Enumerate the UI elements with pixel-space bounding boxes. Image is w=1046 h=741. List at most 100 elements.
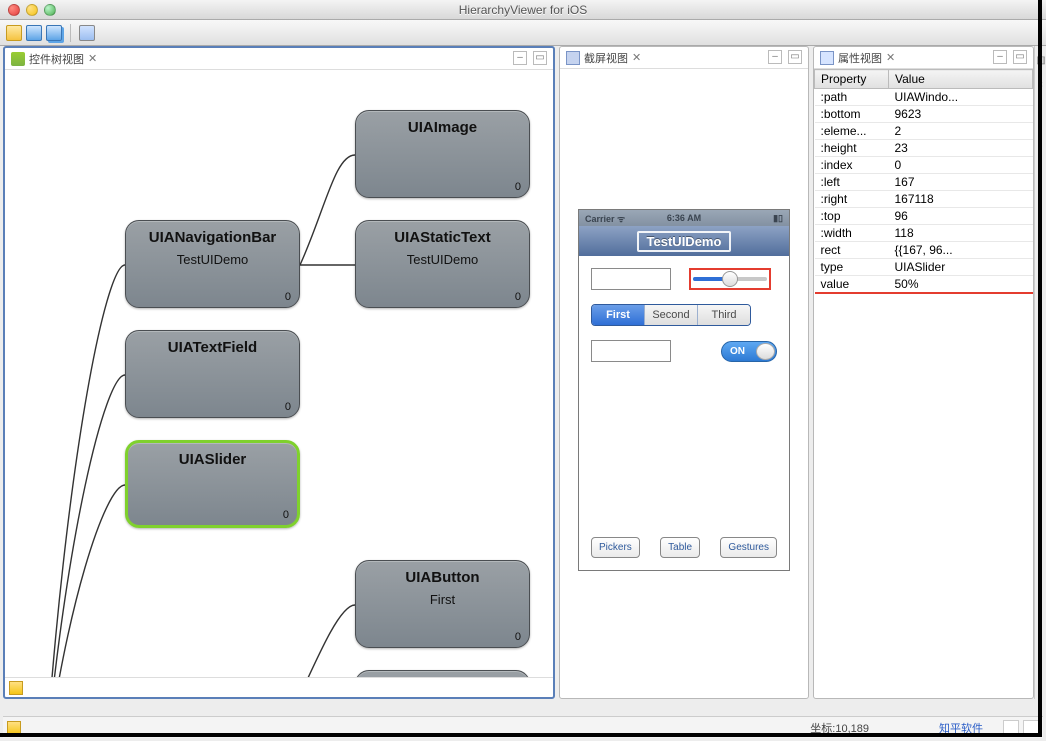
phone-button-pickers[interactable]: Pickers bbox=[591, 537, 640, 558]
property-row[interactable]: :top96 bbox=[815, 208, 1033, 225]
slider-thumb-icon[interactable] bbox=[722, 271, 738, 287]
node-index: 0 bbox=[515, 631, 521, 643]
property-value: 167 bbox=[889, 174, 1033, 191]
property-key: :eleme... bbox=[815, 123, 889, 140]
window-titlebar: HierarchyViewer for iOS bbox=[0, 0, 1046, 20]
device-statusbar: Carrier ᯤ 6:36 AM ▮▯ bbox=[579, 210, 789, 226]
pane-maximize-icon[interactable]: ▭ bbox=[1013, 50, 1027, 64]
phone-button-gestures[interactable]: Gestures bbox=[720, 537, 777, 558]
pane-minimize-icon[interactable]: – bbox=[513, 51, 527, 65]
property-value: UIASlider bbox=[889, 259, 1033, 276]
property-row[interactable]: :eleme...2 bbox=[815, 123, 1033, 140]
window-zoom-icon[interactable] bbox=[44, 4, 56, 16]
tree-node-image[interactable]: UIAImage0 bbox=[355, 110, 530, 198]
node-subtitle: TestUIDemo bbox=[126, 252, 299, 267]
node-type: UIATextField bbox=[126, 339, 299, 356]
node-subtitle: TestUIDemo bbox=[356, 252, 529, 267]
workspace: 控件树视图 ✕ – ▭ UIANavigationBarTestUIDemo0U… bbox=[3, 46, 1034, 699]
segmented-control[interactable]: FirstSecondThird bbox=[591, 304, 751, 326]
screenshot-icon bbox=[566, 51, 580, 65]
slider-control[interactable] bbox=[693, 272, 767, 286]
tree-icon bbox=[11, 52, 25, 66]
device-screenshot[interactable]: Carrier ᯤ 6:36 AM ▮▯ TestUIDemo bbox=[578, 209, 790, 571]
toolbar-separator bbox=[70, 24, 71, 42]
segment-second[interactable]: Second bbox=[644, 305, 697, 325]
properties-body: Property Value :pathUIAWindo...:bottom96… bbox=[814, 69, 1033, 698]
window-close-icon[interactable] bbox=[8, 4, 20, 16]
tree-node-static[interactable]: UIAStaticTextTestUIDemo0 bbox=[355, 220, 530, 308]
property-value: 118 bbox=[889, 225, 1033, 242]
value-header[interactable]: Value bbox=[889, 70, 1033, 89]
node-index: 0 bbox=[515, 291, 521, 303]
pane-maximize-icon[interactable]: ▭ bbox=[533, 51, 547, 65]
nav-title: TestUIDemo bbox=[637, 231, 732, 252]
node-type: UIANavigationBar bbox=[126, 229, 299, 246]
property-value: {{167, 96... bbox=[889, 242, 1033, 259]
pane-maximize-icon[interactable]: ▭ bbox=[788, 50, 802, 64]
screenshot-body: Carrier ᯤ 6:36 AM ▮▯ TestUIDemo bbox=[560, 69, 808, 698]
screenshot-pane-close-icon[interactable]: ✕ bbox=[632, 51, 641, 64]
pane-minimize-icon[interactable]: – bbox=[768, 50, 782, 64]
run-icon[interactable] bbox=[79, 25, 95, 41]
property-header[interactable]: Property bbox=[815, 70, 889, 89]
node-type: UIAImage bbox=[356, 119, 529, 136]
save-all-icon[interactable] bbox=[46, 25, 62, 41]
property-value: 23 bbox=[889, 140, 1033, 157]
property-value: 96 bbox=[889, 208, 1033, 225]
right-gutter: ▥ ↕ bbox=[1034, 46, 1046, 699]
properties-icon bbox=[820, 51, 834, 65]
property-key: type bbox=[815, 259, 889, 276]
tree-node-navbar[interactable]: UIANavigationBar TestUIDemo 0 bbox=[125, 220, 300, 308]
property-key: :top bbox=[815, 208, 889, 225]
tree-pane-title: 控件树视图 bbox=[29, 51, 84, 67]
tree-node-btn1[interactable]: UIAButtonFirst0 bbox=[355, 560, 530, 648]
tree-canvas[interactable]: UIANavigationBarTestUIDemo0UIAImage0UIAS… bbox=[5, 70, 553, 677]
property-row[interactable]: :index0 bbox=[815, 157, 1033, 174]
pane-minimize-icon[interactable]: – bbox=[993, 50, 1007, 64]
property-row[interactable]: :pathUIAWindo... bbox=[815, 89, 1033, 106]
vendor-link[interactable]: 知平软件 bbox=[939, 720, 983, 736]
open-folder-icon[interactable] bbox=[6, 25, 22, 41]
segment-third[interactable]: Third bbox=[697, 305, 750, 325]
window-minimize-icon[interactable] bbox=[26, 4, 38, 16]
property-row[interactable]: :bottom9623 bbox=[815, 106, 1033, 123]
phone-button-table[interactable]: Table bbox=[660, 537, 700, 558]
window-title: HierarchyViewer for iOS bbox=[0, 3, 1046, 17]
switch-label: ON bbox=[730, 346, 745, 357]
tree-footer-icon[interactable] bbox=[9, 681, 23, 695]
text-field-2[interactable] bbox=[591, 340, 671, 362]
property-row[interactable]: rect{{167, 96... bbox=[815, 242, 1033, 259]
status-left-icon[interactable] bbox=[7, 721, 21, 735]
property-row[interactable]: value50% bbox=[815, 276, 1033, 294]
main-toolbar bbox=[0, 20, 1046, 46]
status-icon-2[interactable] bbox=[1023, 720, 1039, 736]
gutter-icon-1[interactable]: ▥ bbox=[1035, 50, 1046, 70]
property-value: 50% bbox=[889, 276, 1033, 294]
text-field-1[interactable] bbox=[591, 268, 671, 290]
properties-pane-title: 属性视图 bbox=[838, 50, 882, 66]
status-icon-1[interactable] bbox=[1003, 720, 1019, 736]
save-icon[interactable] bbox=[26, 25, 42, 41]
switch-knob-icon bbox=[756, 343, 775, 360]
property-row[interactable]: :left167 bbox=[815, 174, 1033, 191]
tree-node-slider[interactable]: UIASlider0 bbox=[125, 440, 300, 528]
properties-pane-close-icon[interactable]: ✕ bbox=[886, 51, 895, 64]
property-row[interactable]: typeUIASlider bbox=[815, 259, 1033, 276]
tree-node-tf[interactable]: UIATextField0 bbox=[125, 330, 300, 418]
property-key: :bottom bbox=[815, 106, 889, 123]
gutter-icon-2[interactable]: ↕ bbox=[1035, 74, 1046, 94]
clock-label: 6:36 AM bbox=[579, 213, 789, 223]
property-row[interactable]: :width118 bbox=[815, 225, 1033, 242]
property-row[interactable]: :right167118 bbox=[815, 191, 1033, 208]
tree-node-btn2[interactable]: UIAButtonSecond bbox=[355, 670, 530, 677]
segment-first[interactable]: First bbox=[592, 305, 644, 325]
switch-control[interactable]: ON bbox=[721, 341, 777, 362]
property-key: :right bbox=[815, 191, 889, 208]
tree-pane-close-icon[interactable]: ✕ bbox=[88, 52, 97, 65]
property-value: 2 bbox=[889, 123, 1033, 140]
property-row[interactable]: :height23 bbox=[815, 140, 1033, 157]
node-index: 0 bbox=[285, 291, 291, 303]
properties-table[interactable]: Property Value :pathUIAWindo...:bottom96… bbox=[814, 69, 1033, 294]
screenshot-pane-header: 截屏视图 ✕ – ▭ bbox=[560, 47, 808, 69]
property-key: :width bbox=[815, 225, 889, 242]
